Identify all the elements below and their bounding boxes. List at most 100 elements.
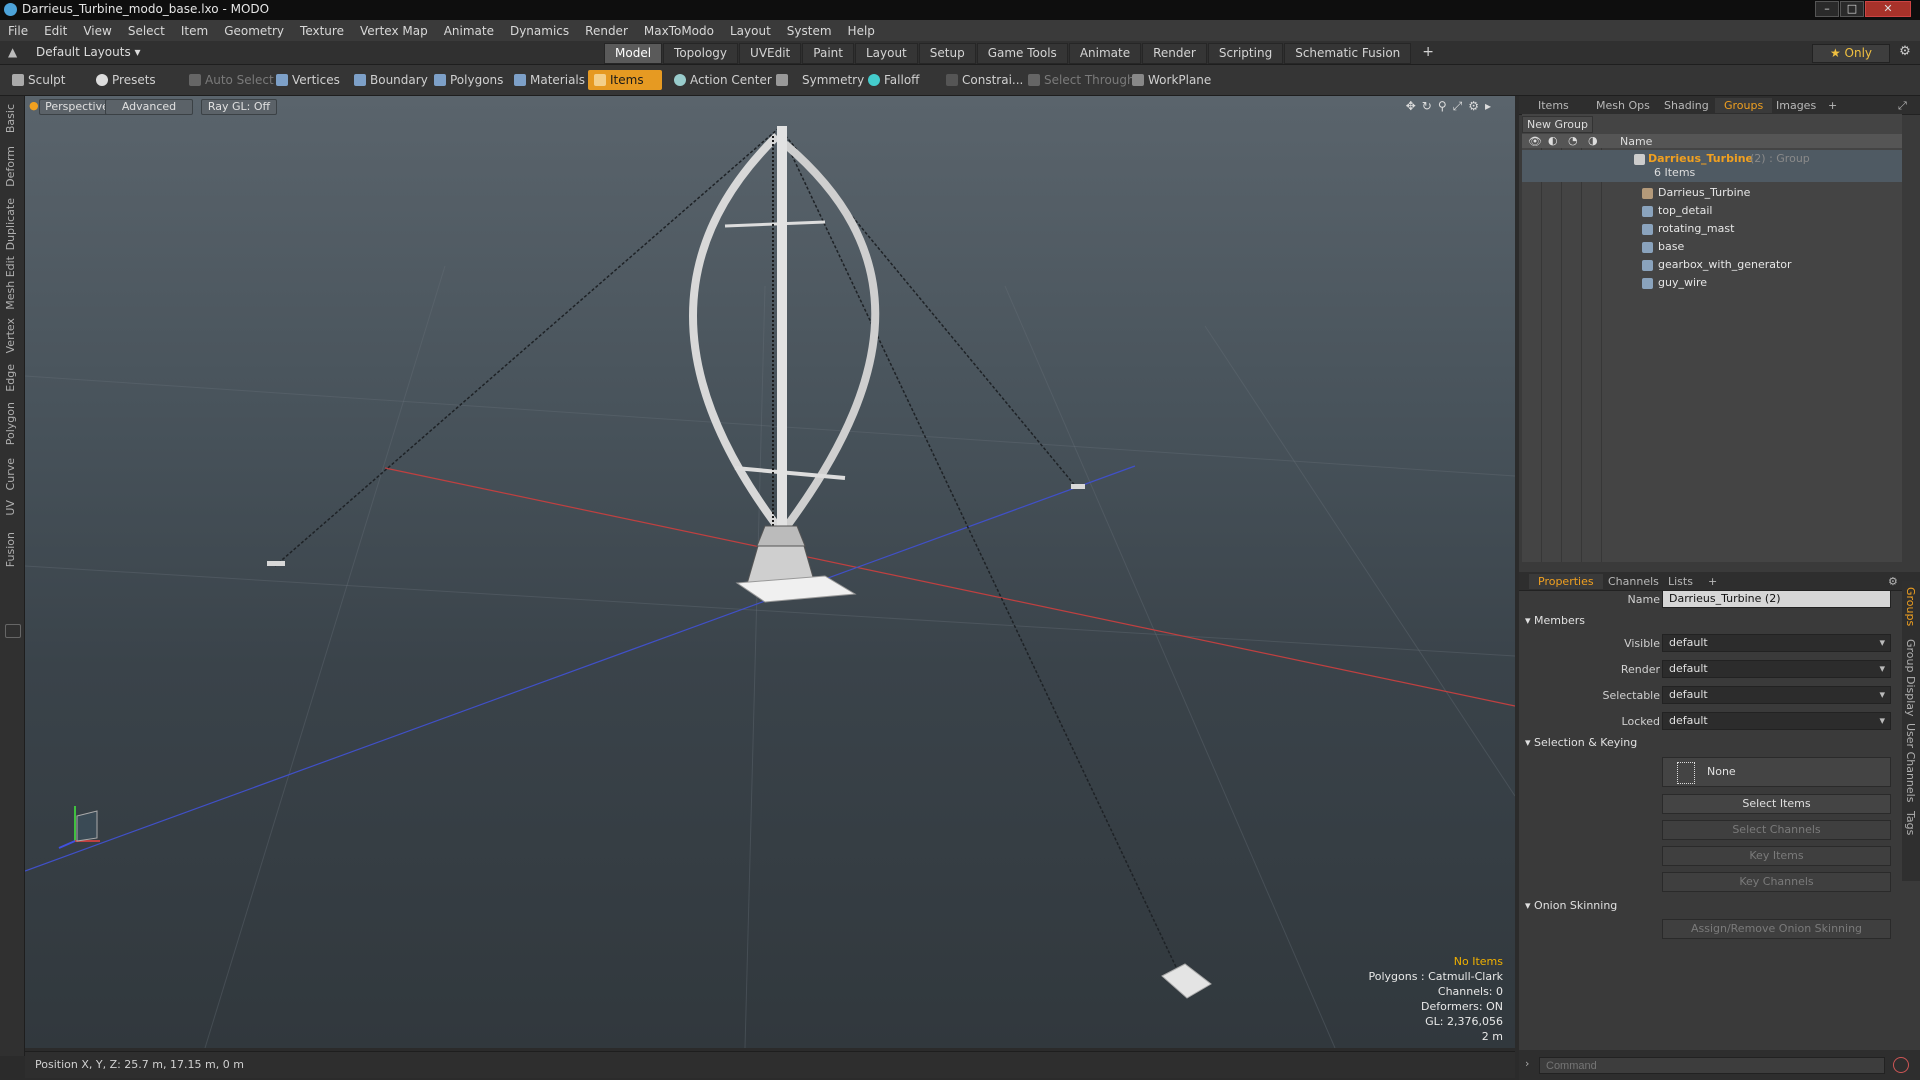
group-child-row[interactable]: top_detail xyxy=(1522,202,1902,220)
menu-system[interactable]: System xyxy=(779,24,840,38)
close-button[interactable]: ✕ xyxy=(1865,1,1911,17)
items-button[interactable]: Items xyxy=(588,70,662,90)
new-group-button[interactable]: New Group xyxy=(1522,116,1593,133)
tab-uvedit[interactable]: UVEdit xyxy=(739,43,802,64)
tab-edge[interactable]: Edge xyxy=(4,364,17,392)
tab-paint[interactable]: Paint xyxy=(802,43,854,64)
selectable-dropdown[interactable]: default ▾ xyxy=(1662,686,1891,704)
auto-select-button[interactable]: Auto Select xyxy=(183,70,280,90)
polygons-button[interactable]: Polygons xyxy=(428,70,509,90)
only-button[interactable]: ★ Only xyxy=(1812,44,1890,63)
add-panel-tab-icon[interactable]: + xyxy=(1819,98,1846,113)
tab-model[interactable]: Model xyxy=(604,43,663,64)
lock-column-icon[interactable]: ◔ xyxy=(1568,134,1578,147)
layout-dropdown[interactable]: Default Layouts ▾ xyxy=(36,45,141,59)
advanced-button[interactable]: Advanced xyxy=(105,99,193,115)
layout-up-icon[interactable]: ▲ xyxy=(8,45,17,59)
menu-item[interactable]: Item xyxy=(173,24,216,38)
key-channels-button[interactable]: Key Channels xyxy=(1662,872,1891,892)
menu-view[interactable]: View xyxy=(75,24,119,38)
render-dropdown[interactable]: default ▾ xyxy=(1662,660,1891,678)
vertices-button[interactable]: Vertices xyxy=(270,70,346,90)
menu-geometry[interactable]: Geometry xyxy=(216,24,292,38)
tab-basic[interactable]: Basic xyxy=(4,104,17,133)
menu-dynamics[interactable]: Dynamics xyxy=(502,24,577,38)
selection-keying-section[interactable]: ▾ Selection & Keying xyxy=(1525,736,1637,752)
side-tab-group-display[interactable]: Group Display xyxy=(1904,639,1917,717)
onion-skinning-section[interactable]: ▾ Onion Skinning xyxy=(1525,899,1617,915)
group-child-row[interactable]: rotating_mast xyxy=(1522,220,1902,238)
select-column-icon[interactable]: ◑ xyxy=(1588,134,1598,147)
select-channels-button[interactable]: Select Channels xyxy=(1662,820,1891,840)
menu-select[interactable]: Select xyxy=(120,24,173,38)
tab-topology[interactable]: Topology xyxy=(663,43,739,64)
side-tab-groups[interactable]: Groups xyxy=(1904,587,1917,626)
members-section[interactable]: ▾ Members xyxy=(1525,614,1585,630)
tab-curve[interactable]: Curve xyxy=(4,458,17,490)
minimize-button[interactable]: – xyxy=(1815,1,1839,17)
menu-help[interactable]: Help xyxy=(840,24,883,38)
3d-viewport[interactable]: ● Perspective Advanced Ray GL: Off ✥↻⚲⤢⚙… xyxy=(25,96,1515,1048)
raygl-button[interactable]: Ray GL: Off xyxy=(201,99,277,115)
keying-none-button[interactable]: None xyxy=(1662,757,1891,787)
group-child-row[interactable]: Darrieus_Turbine xyxy=(1522,184,1902,202)
name-field[interactable]: Darrieus_Turbine (2) xyxy=(1662,590,1891,608)
viewport-menu-icon[interactable]: ● xyxy=(29,99,39,112)
side-tab-tags[interactable]: Tags xyxy=(1904,811,1917,835)
tab-mesh-edit[interactable]: Mesh Edit xyxy=(4,256,17,310)
tab-fusion[interactable]: Fusion xyxy=(4,532,17,567)
gear-icon[interactable]: ⚙ xyxy=(1896,44,1914,61)
key-items-button[interactable]: Key Items xyxy=(1662,846,1891,866)
tab-polygon[interactable]: Polygon xyxy=(4,402,17,445)
tab-items[interactable]: Items xyxy=(1529,98,1578,113)
sculpt-button[interactable]: Sculpt xyxy=(6,70,71,90)
tab-vertex[interactable]: Vertex xyxy=(4,318,17,353)
render-column-icon[interactable]: ◐ xyxy=(1548,134,1558,147)
tab-animate[interactable]: Animate xyxy=(1068,43,1142,64)
tab-layout[interactable]: Layout xyxy=(854,43,918,64)
group-child-row[interactable]: guy_wire xyxy=(1522,274,1902,292)
menu-edit[interactable]: Edit xyxy=(36,24,75,38)
falloff-button[interactable]: Falloff xyxy=(862,70,925,90)
symmetry-button[interactable]: Symmetry xyxy=(770,70,870,90)
command-input[interactable] xyxy=(1539,1057,1885,1074)
tab-deform[interactable]: Deform xyxy=(4,146,17,187)
constraints-button[interactable]: Constrai... xyxy=(940,70,1029,90)
scene-render[interactable] xyxy=(25,96,1515,1048)
materials-button[interactable]: Materials xyxy=(508,70,591,90)
tab-uv[interactable]: UV xyxy=(4,500,17,516)
eye-column-icon[interactable]: 👁 xyxy=(1528,135,1542,148)
perspective-button[interactable]: Perspective xyxy=(39,99,115,115)
boundary-button[interactable]: Boundary xyxy=(348,70,434,90)
menu-animate[interactable]: Animate xyxy=(436,24,502,38)
tab-images[interactable]: Images xyxy=(1767,98,1825,113)
group-child-row[interactable]: gearbox_with_generator xyxy=(1522,256,1902,274)
menu-texture[interactable]: Texture xyxy=(292,24,352,38)
expand-panel-icon[interactable]: ⤢ xyxy=(1889,98,1916,113)
tab-duplicate[interactable]: Duplicate xyxy=(4,198,17,250)
action-center-button[interactable]: Action Center xyxy=(668,70,778,90)
tab-game-tools[interactable]: Game Tools xyxy=(976,43,1068,64)
toggle-panel-icon[interactable] xyxy=(5,624,21,638)
group-root-row[interactable]: Darrieus_Turbine (2) : Group 6 Items xyxy=(1522,150,1902,182)
side-tab-user-channels[interactable]: User Channels xyxy=(1904,723,1917,802)
visible-dropdown[interactable]: default ▾ xyxy=(1662,634,1891,652)
workplane-button[interactable]: WorkPlane xyxy=(1126,70,1217,90)
assign-onion-button[interactable]: Assign/Remove Onion Skinning xyxy=(1662,919,1891,939)
menu-file[interactable]: File xyxy=(0,24,36,38)
menu-maxtomodo[interactable]: MaxToModo xyxy=(636,24,722,38)
viewport-nav-icons[interactable]: ✥↻⚲⤢⚙▸ xyxy=(1406,99,1497,114)
menu-layout[interactable]: Layout xyxy=(722,24,779,38)
menu-vertex-map[interactable]: Vertex Map xyxy=(352,24,436,38)
tab-schematic-fusion[interactable]: Schematic Fusion xyxy=(1284,43,1412,64)
add-tab-button[interactable]: + xyxy=(1412,43,1444,62)
tab-setup[interactable]: Setup xyxy=(918,43,976,64)
command-history-icon[interactable] xyxy=(1893,1057,1909,1073)
select-items-button[interactable]: Select Items xyxy=(1662,794,1891,814)
tab-groups[interactable]: Groups xyxy=(1715,98,1773,113)
maximize-button[interactable]: □ xyxy=(1840,1,1864,17)
tab-scripting[interactable]: Scripting xyxy=(1207,43,1284,64)
locked-dropdown[interactable]: default ▾ xyxy=(1662,712,1891,730)
presets-button[interactable]: Presets xyxy=(90,70,162,90)
group-child-row[interactable]: base xyxy=(1522,238,1902,256)
